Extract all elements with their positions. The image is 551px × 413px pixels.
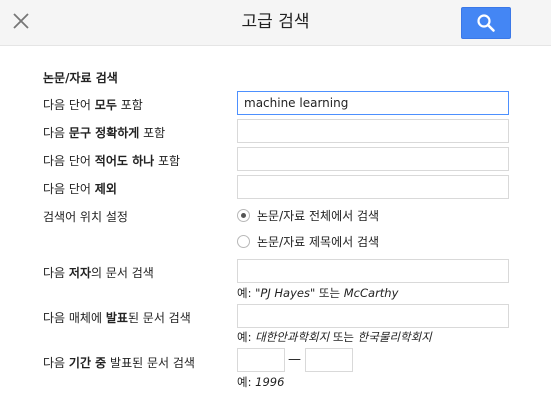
label-bold: 문구 정확하게 xyxy=(68,126,140,140)
radio-button-checked[interactable] xyxy=(237,209,250,222)
any-words-input[interactable] xyxy=(237,147,509,171)
example-prefix: 예: xyxy=(237,375,256,389)
label-text: 다음 단어 xyxy=(43,98,95,112)
author-example: 예: "PJ Hayes" 또는 McCarthy xyxy=(237,285,398,301)
label-text: 다음 xyxy=(43,126,69,140)
radio-in-title[interactable]: 논문/자료 제목에서 검색 xyxy=(237,233,379,250)
exact-phrase-input[interactable] xyxy=(237,119,509,143)
example-text: 한국물리학회지 xyxy=(357,330,432,344)
occurrence-label: 검색어 위치 설정 xyxy=(43,210,128,224)
label-text: 포함 xyxy=(139,126,166,140)
author-input[interactable] xyxy=(237,259,509,283)
example-text: "PJ Hayes" xyxy=(255,286,316,300)
radio-button-unchecked[interactable] xyxy=(237,235,250,248)
date-range-dash: — xyxy=(288,352,301,367)
publication-input[interactable] xyxy=(237,304,509,328)
example-text: 대한안과학회지 xyxy=(255,330,330,344)
label-text: 포함 xyxy=(154,154,181,168)
date-range-example: 예: 1996 xyxy=(237,374,284,390)
all-words-input[interactable] xyxy=(237,91,509,115)
label-text: 포함 xyxy=(116,98,143,112)
without-words-input[interactable] xyxy=(237,175,509,199)
label-text: 발표된 문서 검색 xyxy=(106,356,195,370)
without-words-label: 다음 단어 제외 xyxy=(43,180,117,197)
example-prefix: 예: xyxy=(237,330,256,344)
author-label: 다음 저자의 문서 검색 xyxy=(43,264,154,281)
date-range-label: 다음 기간 중 발표된 문서 검색 xyxy=(43,354,195,371)
label-text: 다음 단어 xyxy=(43,154,95,168)
radio-in-title-label: 논문/자료 제목에서 검색 xyxy=(257,235,380,249)
label-bold: 발표 xyxy=(105,311,128,325)
label-text: 다음 단어 xyxy=(43,182,95,196)
label-text: 다음 xyxy=(43,266,69,280)
publication-label: 다음 매체에 발표된 문서 검색 xyxy=(43,309,191,326)
label-text: 다음 xyxy=(43,356,69,370)
label-bold: 적어도 하나 xyxy=(94,154,155,168)
year-from-input[interactable] xyxy=(237,348,285,372)
year-to-input[interactable] xyxy=(305,348,353,372)
label-text: 의 문서 검색 xyxy=(91,266,154,280)
radio-anywhere[interactable]: 논문/자료 전체에서 검색 xyxy=(237,207,379,224)
example-text: 또는 xyxy=(315,286,344,300)
example-text: 또는 xyxy=(329,330,358,344)
label-bold: 기간 중 xyxy=(68,356,107,370)
label-bold: 모두 xyxy=(94,98,117,112)
example-prefix: 예: xyxy=(237,286,256,300)
label-text: 된 문서 검색 xyxy=(127,311,191,325)
dialog-header: 고급 검색 xyxy=(0,0,551,46)
all-words-label: 다음 단어 모두 포함 xyxy=(43,96,143,113)
exact-phrase-label: 다음 문구 정확하게 포함 xyxy=(43,124,165,141)
example-text: McCarthy xyxy=(343,286,399,300)
example-text: 1996 xyxy=(255,375,285,389)
label-bold: 제외 xyxy=(94,182,117,196)
any-words-label: 다음 단어 적어도 하나 포함 xyxy=(43,152,180,169)
section-title: 논문/자료 검색 xyxy=(43,71,118,85)
radio-anywhere-label: 논문/자료 전체에서 검색 xyxy=(257,209,380,223)
label-text: 다음 매체에 xyxy=(43,311,106,325)
label-bold: 저자 xyxy=(68,266,91,280)
publication-example: 예: 대한안과학회지 또는 한국물리학회지 xyxy=(237,329,432,345)
search-button[interactable] xyxy=(461,7,511,39)
search-icon xyxy=(477,14,495,32)
